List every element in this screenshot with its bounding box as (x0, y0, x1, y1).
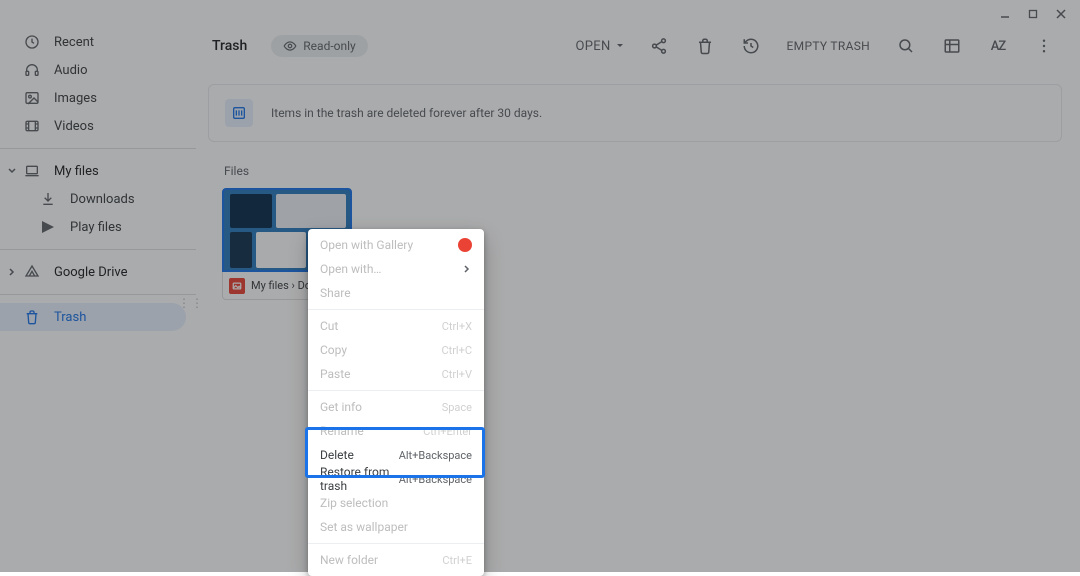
sidebar-item-label: Trash (54, 310, 86, 325)
headphones-icon (22, 60, 42, 80)
readonly-label: Read-only (303, 39, 355, 53)
sidebar: Recent Audio Images Videos My files Down… (0, 0, 196, 572)
ctx-paste: PasteCtrl+V (308, 362, 484, 386)
sidebar-item-audio[interactable]: Audio (0, 56, 186, 84)
empty-trash-button[interactable]: EMPTY TRASH (779, 39, 878, 53)
window-close[interactable] (1054, 7, 1068, 21)
divider (0, 294, 196, 295)
trash-icon (22, 307, 42, 327)
readonly-chip: Read-only (271, 35, 367, 57)
separator (308, 390, 484, 391)
ctx-restore[interactable]: Restore from trashAlt+Backspace (308, 467, 484, 491)
sidebar-item-playfiles[interactable]: Play files (0, 213, 186, 241)
video-icon (22, 116, 42, 136)
ctx-zip: Zip selection (308, 491, 484, 515)
window-minimize[interactable] (998, 7, 1012, 21)
ctx-getinfo: Get infoSpace (308, 395, 484, 419)
banner-icon (225, 99, 253, 127)
sidebar-item-label: Videos (54, 119, 94, 134)
sidebar-item-gdrive[interactable]: Google Drive (0, 258, 186, 286)
open-label: OPEN (576, 39, 611, 54)
gdrive-icon (22, 264, 42, 280)
sidebar-item-images[interactable]: Images (0, 84, 186, 112)
banner-text: Items in the trash are deleted forever a… (271, 106, 542, 120)
sidebar-item-videos[interactable]: Videos (0, 112, 186, 140)
dropdown-caret-icon (615, 41, 625, 51)
ctx-open-with: Open with… (308, 257, 484, 281)
chevron-right-icon (462, 264, 472, 274)
clock-icon (22, 32, 42, 52)
sidebar-item-label: Images (54, 91, 97, 106)
divider (0, 148, 196, 149)
context-menu: Open with Gallery Open with… Share CutCt… (308, 229, 484, 576)
ctx-newfolder: New folderCtrl+E (308, 548, 484, 572)
gallery-app-icon (458, 238, 472, 252)
search-button[interactable] (888, 28, 924, 64)
sidebar-item-trash[interactable]: Trash (0, 303, 186, 331)
play-icon (38, 217, 58, 237)
sidebar-item-downloads[interactable]: Downloads (0, 185, 186, 213)
window-maximize[interactable] (1026, 7, 1040, 21)
image-icon (22, 88, 42, 108)
sidebar-item-myfiles[interactable]: My files (0, 157, 186, 185)
laptop-icon (22, 163, 42, 179)
download-icon (38, 189, 58, 209)
ctx-rename: RenameCtrl+Enter (308, 419, 484, 443)
toolbar: Trash Read-only OPEN EMPTY TRASH AZ (208, 28, 1062, 64)
share-button[interactable] (641, 28, 677, 64)
sidebar-item-label: Recent (54, 35, 94, 50)
chevron-down-icon (6, 165, 18, 177)
ctx-copy: CopyCtrl+C (308, 338, 484, 362)
open-button[interactable]: OPEN (570, 33, 631, 60)
ctx-share: Share (308, 281, 484, 305)
sidebar-item-recent[interactable]: Recent (0, 28, 186, 56)
ctx-wallpaper: Set as wallpaper (308, 515, 484, 539)
ctx-open-gallery: Open with Gallery (308, 233, 484, 257)
sidebar-item-label: My files (54, 164, 99, 179)
delete-button[interactable] (687, 28, 723, 64)
chevron-right-icon (6, 266, 18, 278)
ctx-cut: CutCtrl+X (308, 314, 484, 338)
restore-button[interactable] (733, 28, 769, 64)
sidebar-item-label: Play files (70, 220, 122, 235)
separator (308, 543, 484, 544)
info-banner: Items in the trash are deleted forever a… (208, 84, 1062, 142)
sidebar-item-label: Google Drive (54, 265, 127, 280)
more-button[interactable] (1026, 28, 1062, 64)
sidebar-item-label: Audio (54, 63, 87, 78)
separator (308, 309, 484, 310)
image-file-icon (229, 278, 245, 294)
sort-button[interactable]: AZ (980, 28, 1016, 64)
divider (0, 249, 196, 250)
ctx-delete[interactable]: DeleteAlt+Backspace (308, 443, 484, 467)
eye-icon (283, 39, 297, 53)
sidebar-item-label: Downloads (70, 192, 135, 207)
files-section-label: Files (224, 164, 1062, 178)
view-toggle-button[interactable] (934, 28, 970, 64)
page-title: Trash (208, 38, 247, 54)
